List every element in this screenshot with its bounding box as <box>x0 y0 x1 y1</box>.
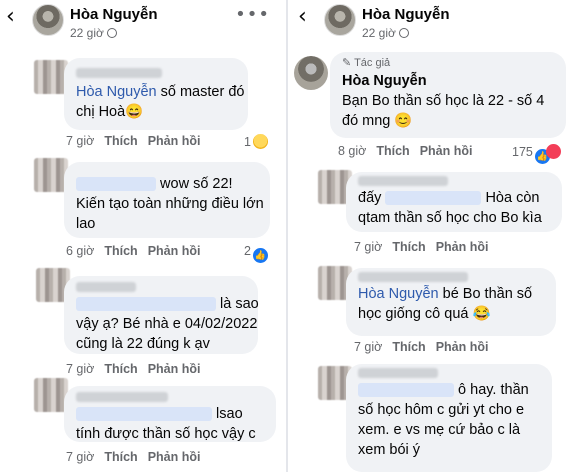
comment-bubble: đấy Hòa còn qtam thần số học cho Bo kìa <box>346 172 562 232</box>
author-name[interactable]: Hòa Nguyễn <box>70 6 158 23</box>
reply-button[interactable]: Phản hồi <box>148 244 201 258</box>
comments-panel-right: ‹ Hòa Nguyễn 22 giờ ✎ Tác giả Hòa Nguyễn… <box>292 0 574 472</box>
comment-actions: 6 giờ Thích Phản hồi <box>66 244 201 258</box>
comment-bubble: lsao tính được thần số học vậy c <box>64 386 276 442</box>
reaction-count[interactable]: 2 👍 <box>244 244 268 263</box>
post-header: ‹ Hòa Nguyễn 22 giờ ••• <box>0 0 282 48</box>
blurred-commenter-name <box>76 392 168 402</box>
blurred-tag <box>358 383 454 398</box>
like-button[interactable]: Thích <box>104 362 137 376</box>
comment-bubble: wow số 22! Kiến tạo toàn những điều lớn … <box>64 162 270 238</box>
comment-actions: 7 giờ Thích Phản hồi <box>66 450 201 464</box>
comments-panel-left: ‹ Hòa Nguyễn 22 giờ ••• Hòa Nguyễn số ma… <box>0 0 282 472</box>
reply-button[interactable]: Phản hồi <box>420 144 473 158</box>
commenter-avatar[interactable] <box>34 378 68 412</box>
commenter-avatar[interactable] <box>34 60 68 94</box>
like-reaction-icon: 👍 <box>252 248 268 263</box>
blurred-commenter-name <box>358 176 448 186</box>
author-name[interactable]: Hòa Nguyễn <box>362 6 450 23</box>
reply-button[interactable]: Phản hồi <box>148 134 201 148</box>
more-icon[interactable]: ••• <box>235 4 270 25</box>
like-button[interactable]: Thích <box>104 134 137 148</box>
post-time: 22 giờ <box>362 26 409 40</box>
reply-button[interactable]: Phản hồi <box>436 240 489 254</box>
blurred-tag <box>76 297 216 312</box>
avatar[interactable] <box>32 4 64 36</box>
like-button[interactable]: Thích <box>376 144 409 158</box>
comment-actions: 7 giờ Thích Phản hồi <box>66 362 201 376</box>
panel-divider <box>286 0 288 472</box>
blurred-commenter-name <box>76 68 162 78</box>
post-header: ‹ Hòa Nguyễn 22 giờ <box>292 0 574 48</box>
like-button[interactable]: Thích <box>392 340 425 354</box>
comment-bubble: ô hay. thần số học hôm c gửi yt cho e xe… <box>346 364 552 472</box>
comment-bubble: là sao vậy ạ? Bé nhà e 04/02/2022 cũng l… <box>64 276 259 354</box>
blurred-tag <box>385 191 482 206</box>
blurred-commenter-name <box>358 272 468 282</box>
comment-bubble: ✎ Tác giả Hòa Nguyễn Bạn Bo thần số học … <box>330 52 566 138</box>
comment-actions: 7 giờ Thích Phản hồi <box>354 340 489 354</box>
haha-reaction-icon <box>252 134 268 149</box>
mention-link[interactable]: Hòa Nguyễn <box>76 84 157 100</box>
author-badge: ✎ Tác giả <box>342 57 391 69</box>
reply-button[interactable]: Phản hồi <box>148 450 201 464</box>
blurred-tag <box>76 177 156 192</box>
reaction-count[interactable]: 175 👍 <box>512 144 561 164</box>
love-reaction-icon <box>545 144 561 159</box>
comment-actions: 8 giờ Thích Phản hồi <box>338 144 473 158</box>
like-button[interactable]: Thích <box>392 240 425 254</box>
blurred-commenter-name <box>76 282 136 292</box>
chevron-left-icon[interactable]: ‹ <box>6 4 15 29</box>
post-time: 22 giờ <box>70 26 117 40</box>
reply-button[interactable]: Phản hồi <box>436 340 489 354</box>
like-button[interactable]: Thích <box>104 450 137 464</box>
author-avatar[interactable] <box>294 56 328 90</box>
avatar[interactable] <box>324 4 356 36</box>
comment-actions: 7 giờ Thích Phản hồi <box>66 134 201 148</box>
comment-actions: 7 giờ Thích Phản hồi <box>354 240 489 254</box>
reply-button[interactable]: Phản hồi <box>148 362 201 376</box>
mention-link[interactable]: Hòa Nguyễn <box>358 286 439 302</box>
like-button[interactable]: Thích <box>104 244 137 258</box>
chevron-left-icon[interactable]: ‹ <box>298 4 307 29</box>
commenter-name[interactable]: Hòa Nguyễn <box>342 71 554 91</box>
comment-bubble: Hòa Nguyễn bé Bo thần số học giống cô qu… <box>346 268 556 336</box>
blurred-tag <box>76 407 212 422</box>
reaction-count[interactable]: 1 <box>244 134 268 149</box>
blurred-commenter-name <box>358 368 438 378</box>
comment-bubble: Hòa Nguyễn số master đó chị Hoà😄 <box>64 58 248 130</box>
globe-icon <box>106 28 117 38</box>
globe-icon <box>398 28 409 38</box>
commenter-avatar[interactable] <box>34 158 68 192</box>
